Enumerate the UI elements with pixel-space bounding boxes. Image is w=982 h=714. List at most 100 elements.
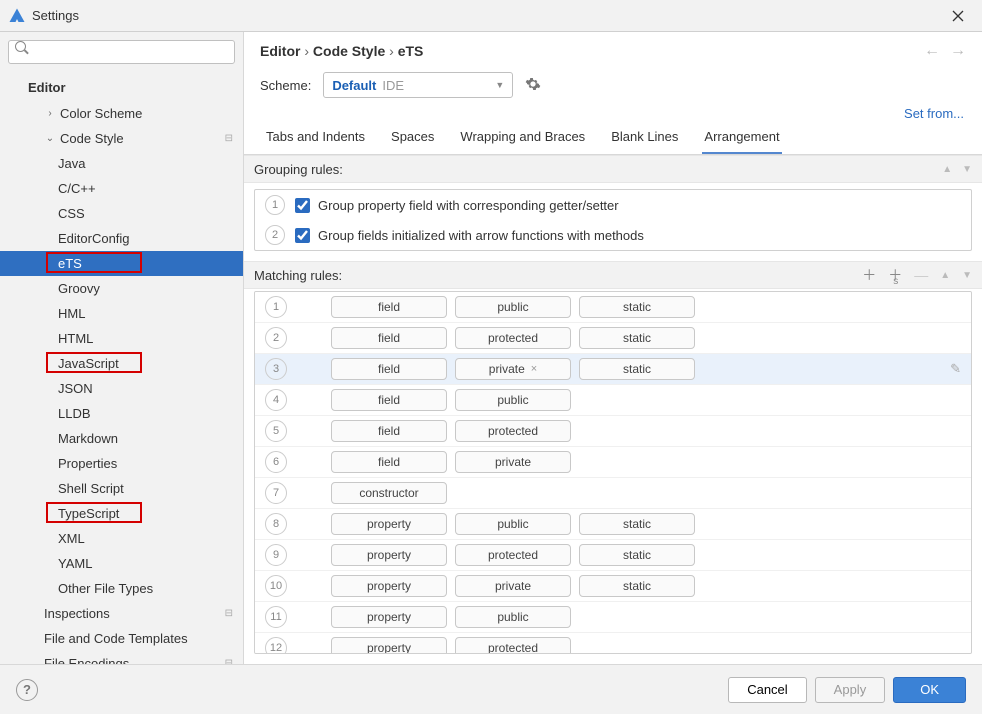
sidebar-item-lldb[interactable]: LLDB (0, 401, 243, 426)
breadcrumb: Editor › Code Style › eTS (260, 43, 423, 59)
sidebar-item-yaml[interactable]: YAML (0, 551, 243, 576)
rule-pill-public[interactable]: public (455, 389, 571, 411)
sidebar: Editor ›Color Scheme⌄Code Style⊟JavaC/C+… (0, 32, 244, 664)
rule-pill-private[interactable]: private (455, 575, 571, 597)
matching-rule-row[interactable]: 7constructor (255, 478, 971, 509)
matching-rule-row[interactable]: 8propertypublicstatic (255, 509, 971, 540)
sidebar-item-shell-script[interactable]: Shell Script (0, 476, 243, 501)
rule-pill-protected[interactable]: protected (455, 327, 571, 349)
rule-pill-public[interactable]: public (455, 606, 571, 628)
rule-pill-static[interactable]: static (579, 575, 695, 597)
rule-number: 4 (265, 389, 287, 411)
rule-checkbox[interactable] (295, 198, 310, 213)
matching-rule-row[interactable]: 1fieldpublicstatic (255, 292, 971, 323)
cancel-button[interactable]: Cancel (728, 677, 806, 703)
rule-pill-field[interactable]: field (331, 451, 447, 473)
sidebar-item-xml[interactable]: XML (0, 526, 243, 551)
rule-pill-protected[interactable]: protected (455, 544, 571, 566)
tab-arrangement[interactable]: Arrangement (702, 129, 781, 154)
matching-rule-row[interactable]: 9propertyprotectedstatic (255, 540, 971, 571)
rule-pill-protected[interactable]: protected (455, 637, 571, 654)
edit-rule-icon[interactable]: ✎ (950, 361, 961, 377)
collapse-down-icon[interactable]: ▼ (962, 164, 972, 175)
add-rule-icon[interactable]: ＋ (862, 265, 876, 285)
tree-item-label: Code Style (60, 131, 124, 146)
rule-pill-static[interactable]: static (579, 544, 695, 566)
sidebar-item-editorconfig[interactable]: EditorConfig (0, 226, 243, 251)
sidebar-item-properties[interactable]: Properties (0, 451, 243, 476)
sidebar-item-color-scheme[interactable]: ›Color Scheme (0, 101, 243, 126)
move-down-icon[interactable]: ▼ (962, 270, 972, 281)
rule-pill-static[interactable]: static (579, 358, 695, 380)
rule-pill-field[interactable]: field (331, 296, 447, 318)
rule-pill-property[interactable]: property (331, 544, 447, 566)
sidebar-item-hml[interactable]: HML (0, 301, 243, 326)
matching-rule-row[interactable]: 6fieldprivate (255, 447, 971, 478)
nav-back-icon[interactable]: ← (924, 42, 940, 60)
add-section-rule-icon[interactable]: ＋s (888, 265, 902, 285)
sidebar-item-ets[interactable]: eTS (0, 251, 243, 276)
tab-tabs-and-indents[interactable]: Tabs and Indents (264, 129, 367, 154)
matching-rule-row[interactable]: 5 field protected (255, 416, 971, 447)
rule-pill-private[interactable]: private (455, 451, 571, 473)
tree-item-label: Shell Script (58, 481, 124, 496)
collapse-up-icon[interactable]: ▲ (942, 164, 952, 175)
rule-pill-property[interactable]: property (331, 637, 447, 654)
sidebar-item-java[interactable]: Java (0, 151, 243, 176)
sidebar-item-c-c-[interactable]: C/C++ (0, 176, 243, 201)
tab-wrapping-and-braces[interactable]: Wrapping and Braces (458, 129, 587, 154)
rule-pill-field[interactable]: field (331, 327, 447, 349)
sidebar-item-groovy[interactable]: Groovy (0, 276, 243, 301)
scheme-select[interactable]: Default IDE ▼ (323, 72, 513, 98)
rule-checkbox[interactable] (295, 228, 310, 243)
apply-button[interactable]: Apply (815, 677, 886, 703)
rule-pill-field[interactable]: field (331, 389, 447, 411)
rule-label: Group property field with corresponding … (318, 198, 619, 213)
search-input[interactable] (8, 40, 235, 64)
move-up-icon[interactable]: ▲ (940, 270, 950, 281)
sidebar-item-inspections[interactable]: Inspections⊟ (0, 601, 243, 626)
rule-pill-static[interactable]: static (579, 513, 695, 535)
matching-rule-row[interactable]: 2fieldprotectedstatic (255, 323, 971, 354)
sidebar-item-markdown[interactable]: Markdown (0, 426, 243, 451)
sidebar-item-typescript[interactable]: TypeScript (0, 501, 243, 526)
matching-rule-row[interactable]: 12propertyprotected (255, 633, 971, 654)
matching-rule-row[interactable]: 4 field public (255, 385, 971, 416)
gear-icon[interactable] (525, 76, 541, 95)
matching-rule-row[interactable]: 10propertyprivatestatic (255, 571, 971, 602)
ok-button[interactable]: OK (893, 677, 966, 703)
sidebar-item-css[interactable]: CSS (0, 201, 243, 226)
help-button[interactable]: ? (16, 679, 38, 701)
rule-pill-private[interactable]: private× (455, 358, 571, 380)
rule-pill-property[interactable]: property (331, 513, 447, 535)
content-pane: Editor › Code Style › eTS ← → Scheme: De… (244, 32, 982, 664)
sidebar-item-file-encodings[interactable]: File Encodings⊟ (0, 651, 243, 664)
rule-pill-field[interactable]: field (331, 420, 447, 442)
sidebar-item-code-style[interactable]: ⌄Code Style⊟ (0, 126, 243, 151)
rule-pill-protected[interactable]: protected (455, 420, 571, 442)
remove-rule-icon[interactable]: — (914, 267, 928, 283)
sidebar-item-json[interactable]: JSON (0, 376, 243, 401)
rule-pill-property[interactable]: property (331, 606, 447, 628)
rule-pill-property[interactable]: property (331, 575, 447, 597)
scope-icon: ⊟ (225, 658, 233, 664)
rule-pill-static[interactable]: static (579, 327, 695, 349)
rule-pill-public[interactable]: public (455, 296, 571, 318)
rule-pill-static[interactable]: static (579, 296, 695, 318)
sidebar-item-other-file-types[interactable]: Other File Types (0, 576, 243, 601)
tab-blank-lines[interactable]: Blank Lines (609, 129, 680, 154)
rule-number: 5 (265, 420, 287, 442)
rule-pill-public[interactable]: public (455, 513, 571, 535)
rule-pill-field[interactable]: field (331, 358, 447, 380)
remove-pill-icon[interactable]: × (531, 363, 537, 375)
matching-rule-row[interactable]: 11propertypublic (255, 602, 971, 633)
sidebar-item-html[interactable]: HTML (0, 326, 243, 351)
matching-rule-row[interactable]: 3fieldprivate×static✎ (255, 354, 971, 385)
set-from-link[interactable]: Set from... (904, 106, 964, 121)
sidebar-item-file-and-code-templates[interactable]: File and Code Templates (0, 626, 243, 651)
sidebar-item-javascript[interactable]: JavaScript (0, 351, 243, 376)
close-button[interactable] (942, 0, 974, 32)
nav-forward-icon[interactable]: → (950, 42, 966, 60)
rule-pill-constructor[interactable]: constructor (331, 482, 447, 504)
tab-spaces[interactable]: Spaces (389, 129, 436, 154)
